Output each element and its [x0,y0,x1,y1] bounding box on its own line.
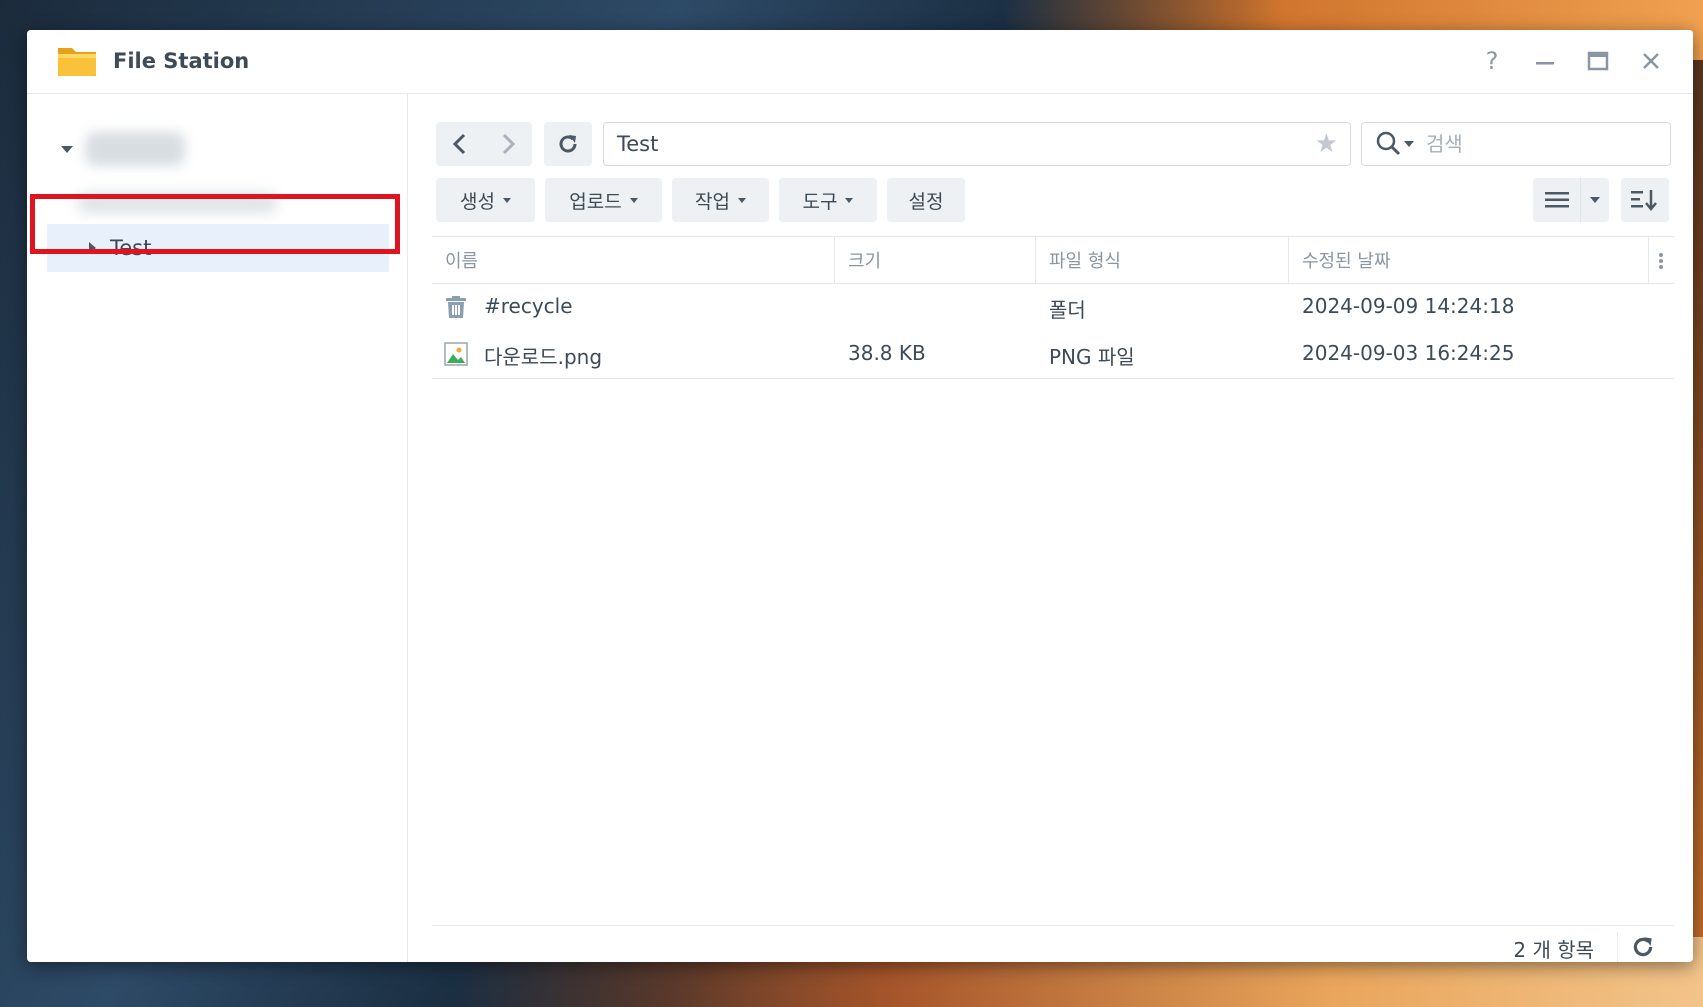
minimize-icon [1536,62,1554,65]
create-button[interactable]: 생성 [436,178,535,222]
upload-button[interactable]: 업로드 [545,178,662,222]
file-type: 폴더 [1049,298,1086,322]
close-button[interactable] [1636,46,1666,76]
table-row[interactable]: #recycle 폴더 2024-09-09 14:24:18 [432,284,1674,331]
more-options-icon[interactable] [1658,252,1664,270]
chevron-right-icon [502,133,516,155]
folder-tree-sidebar: Test [27,94,408,962]
file-name: 다운로드.png [484,345,603,369]
column-divider[interactable] [1648,237,1649,283]
view-mode-group [1533,178,1609,222]
refresh-button[interactable] [544,122,592,166]
list-icon [1544,192,1569,208]
search-icon[interactable] [1376,131,1402,157]
file-type: PNG 파일 [1049,345,1135,369]
tools-button[interactable]: 도구 [779,178,877,222]
chevron-down-icon [737,197,746,203]
search-input[interactable] [1424,131,1658,157]
tree-item-label: Test [110,236,152,260]
title-bar[interactable]: File Station ? [27,30,1693,94]
file-list-grid: 이름 크기 파일 형식 수정된 날짜 #recycle 폴더 2024-09-0… [432,236,1674,379]
app-title: File Station [113,49,250,73]
main-panel: Test ★ 생성 업로드 작업 도구 설정 [408,94,1693,962]
help-icon: ? [1485,47,1499,75]
navigation-group [436,122,532,166]
forward-button[interactable] [484,122,532,166]
column-divider[interactable] [1288,237,1289,283]
sort-icon [1631,190,1657,211]
status-footer: 2 개 항목 [432,925,1674,962]
footer-divider [1617,932,1618,962]
chevron-left-icon [452,133,466,155]
column-divider[interactable] [1035,237,1036,283]
column-divider[interactable] [834,237,835,283]
back-button[interactable] [436,122,484,166]
file-modified: 2024-09-09 14:24:18 [1302,294,1515,318]
caret-down-icon[interactable] [61,145,73,153]
tree-item-test[interactable]: Test [47,224,389,272]
path-text: Test [617,132,659,156]
upload-label: 업로드 [569,190,622,213]
search-box[interactable] [1361,122,1671,166]
maximize-icon [1587,51,1609,71]
list-view-button[interactable] [1533,178,1580,222]
chevron-down-icon[interactable] [1404,141,1414,147]
file-station-window: File Station ? Test Test ★ 검색 생성 업로드 작업 … [27,30,1693,962]
file-name: #recycle [484,294,573,318]
view-dropdown-button[interactable] [1580,178,1609,222]
settings-label: 설정 [908,190,944,213]
chevron-down-icon [629,197,638,203]
image-file-icon [444,342,468,366]
caret-right-icon[interactable] [89,242,96,254]
column-header-name[interactable]: 이름 [445,247,478,273]
folder-app-icon [58,48,96,76]
grid-header: 이름 크기 파일 형식 수정된 날짜 [432,237,1674,284]
chevron-down-icon [845,197,854,203]
path-bar[interactable]: Test ★ [603,122,1351,166]
file-modified: 2024-09-03 16:24:25 [1302,341,1515,365]
action-button[interactable]: 작업 [672,178,769,222]
action-label: 작업 [695,190,730,213]
trash-icon [446,296,466,318]
item-count: 2 개 항목 [1513,938,1594,962]
tools-label: 도구 [802,190,838,213]
column-header-modified[interactable]: 수정된 날짜 [1302,247,1391,273]
create-label: 생성 [460,190,495,213]
minimize-button[interactable] [1530,46,1560,76]
file-size: 38.8 KB [848,341,926,365]
redacted-folder-name [77,192,277,214]
star-icon[interactable]: ★ [1315,129,1338,159]
tree-root-node[interactable] [61,132,185,166]
chevron-down-icon [1590,197,1601,203]
chevron-down-icon [502,197,511,203]
column-header-size[interactable]: 크기 [848,247,881,273]
settings-button[interactable]: 설정 [887,178,965,222]
help-button[interactable]: ? [1477,46,1507,76]
column-header-type[interactable]: 파일 형식 [1049,247,1121,273]
refresh-icon [559,135,577,153]
redacted-volume-name [85,132,185,166]
close-icon [1643,53,1659,69]
sort-button[interactable] [1621,178,1669,222]
table-row[interactable]: 다운로드.png 38.8 KB PNG 파일 2024-09-03 16:24… [432,331,1674,379]
refresh-icon[interactable] [1630,934,1656,960]
maximize-button[interactable] [1583,46,1613,76]
